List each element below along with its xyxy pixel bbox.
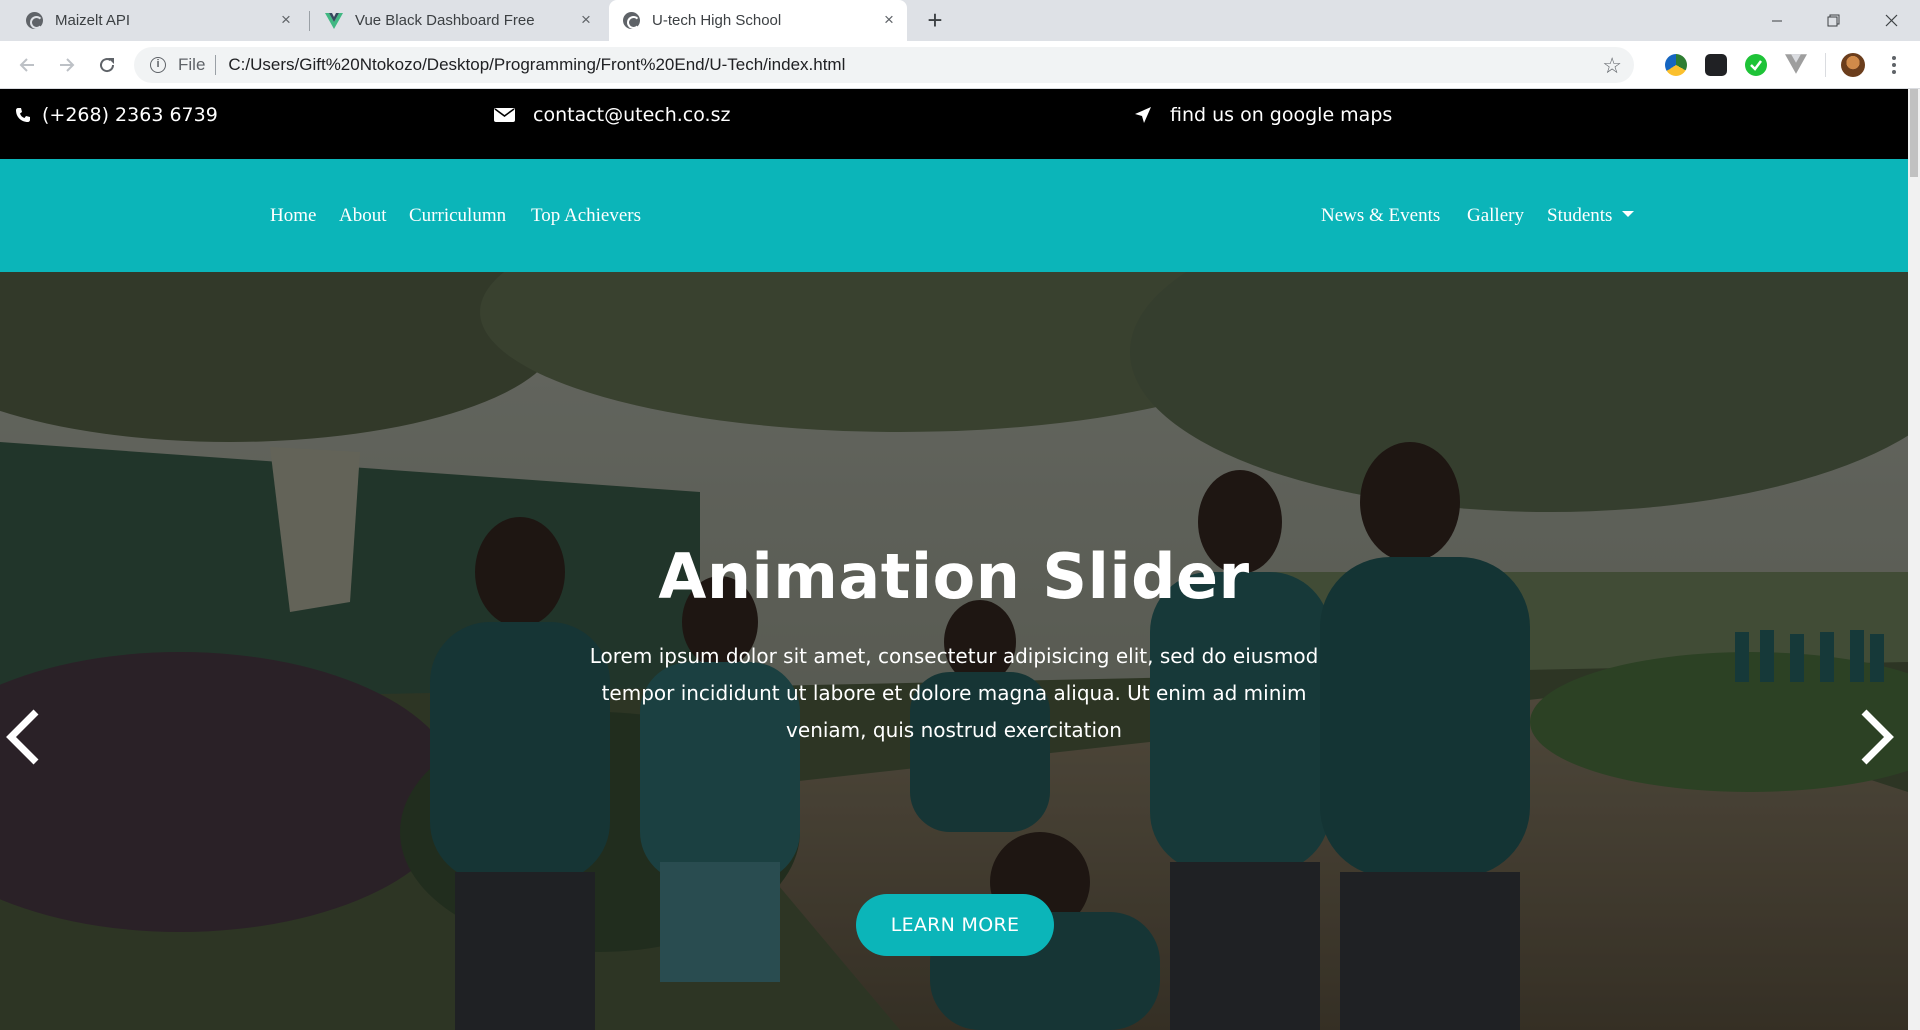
- browser-menu-button[interactable]: [1888, 53, 1900, 77]
- minimize-icon: [1772, 20, 1782, 21]
- tab-u-tech-high-school[interactable]: U-tech High School ×: [609, 0, 907, 41]
- star-icon[interactable]: ☆: [1602, 53, 1622, 79]
- chevron-right-icon: [1861, 709, 1894, 765]
- check-icon: [1750, 60, 1762, 71]
- nav-news-events[interactable]: News & Events: [1321, 205, 1440, 227]
- slider-prev-button[interactable]: [0, 702, 48, 772]
- hero-slider: Animation Slider Lorem ipsum dolor sit a…: [0, 272, 1908, 1030]
- extension-incognito-icon[interactable]: [1705, 54, 1727, 76]
- file-label: File: [178, 55, 206, 74]
- minimize-button[interactable]: [1754, 0, 1800, 41]
- phone-icon: [12, 104, 34, 126]
- hero-title: Animation Slider: [658, 540, 1250, 613]
- contact-email[interactable]: contact@utech.co.sz: [493, 104, 730, 126]
- extension-globe-icon[interactable]: [1665, 54, 1687, 76]
- extension-vue-icon[interactable]: [1785, 54, 1807, 76]
- tab-separator: [309, 11, 310, 31]
- omnibox-separator: [215, 55, 217, 75]
- close-window-icon: [1885, 14, 1897, 27]
- vue-logo-icon: [325, 12, 343, 29]
- tab-vue-black-dashboard[interactable]: Vue Black Dashboard Free ×: [312, 0, 604, 41]
- tab-title: Maizelt API: [55, 12, 131, 29]
- toolbar-separator: [1825, 53, 1826, 77]
- browser-tab-strip: Maizelt API × Vue Black Dashboard Free ×…: [0, 0, 1920, 41]
- close-icon[interactable]: ×: [881, 11, 897, 28]
- info-icon[interactable]: i: [150, 57, 166, 73]
- slider-next-button[interactable]: [1852, 702, 1902, 772]
- nav-students-dropdown[interactable]: Students: [1547, 205, 1635, 227]
- nav-gallery[interactable]: Gallery: [1467, 205, 1524, 227]
- reload-icon: [100, 58, 115, 73]
- phone-number: (+268) 2363 6739: [42, 104, 218, 126]
- back-button[interactable]: [13, 51, 41, 79]
- tab-title: U-tech High School: [652, 12, 782, 29]
- email-address: contact@utech.co.sz: [533, 104, 731, 126]
- nav-curriculumn[interactable]: Curriculumn: [409, 205, 506, 227]
- nav-about[interactable]: About: [339, 205, 387, 227]
- chevron-left-icon: [6, 709, 39, 765]
- main-navbar: Home About Curriculumn Top Achievers New…: [0, 159, 1908, 272]
- contact-bar: (+268) 2363 6739 contact@utech.co.sz fin…: [0, 89, 1908, 159]
- page-viewport: (+268) 2363 6739 contact@utech.co.sz fin…: [0, 89, 1920, 1030]
- restore-icon: [1827, 14, 1839, 27]
- scrollbar-thumb[interactable]: [1910, 89, 1918, 177]
- envelope-icon: [493, 104, 515, 126]
- nav-students-label: Students: [1547, 205, 1613, 226]
- page-scrollbar[interactable]: [1908, 89, 1920, 1030]
- nav-home[interactable]: Home: [270, 205, 316, 227]
- browser-toolbar: i File C:/Users/Gift%20Ntokozo/Desktop/P…: [0, 41, 1920, 89]
- tab-title: Vue Black Dashboard Free: [355, 12, 535, 29]
- vue-devtools-icon: [1785, 54, 1807, 74]
- location-arrow-icon: [1132, 104, 1154, 126]
- url-text[interactable]: C:/Users/Gift%20Ntokozo/Desktop/Programm…: [228, 55, 845, 75]
- close-icon[interactable]: ×: [578, 11, 594, 28]
- avatar[interactable]: [1841, 53, 1865, 77]
- reload-button[interactable]: [93, 51, 121, 79]
- new-tab-button[interactable]: +: [922, 7, 948, 34]
- restore-button[interactable]: [1810, 0, 1856, 41]
- arrow-left-icon: [19, 58, 34, 72]
- forward-button[interactable]: [53, 51, 81, 79]
- learn-more-button[interactable]: LEARN MORE: [856, 894, 1054, 956]
- globe-icon: [26, 12, 43, 29]
- globe-icon: [623, 12, 640, 29]
- contact-maps[interactable]: find us on google maps: [1132, 104, 1392, 126]
- nav-top-achievers[interactable]: Top Achievers: [531, 205, 641, 227]
- extension-check-icon[interactable]: [1745, 54, 1767, 76]
- maps-link: find us on google maps: [1170, 104, 1393, 126]
- contact-phone[interactable]: (+268) 2363 6739: [12, 104, 218, 126]
- arrow-right-icon: [60, 58, 75, 72]
- caret-down-icon: [1622, 211, 1635, 217]
- tab-maizelt-api[interactable]: Maizelt API ×: [12, 0, 304, 41]
- hero-description: Lorem ipsum dolor sit amet, consectetur …: [589, 644, 1319, 742]
- address-bar[interactable]: i File C:/Users/Gift%20Ntokozo/Desktop/P…: [134, 47, 1634, 83]
- close-icon[interactable]: ×: [278, 11, 294, 28]
- close-window-button[interactable]: [1868, 0, 1914, 41]
